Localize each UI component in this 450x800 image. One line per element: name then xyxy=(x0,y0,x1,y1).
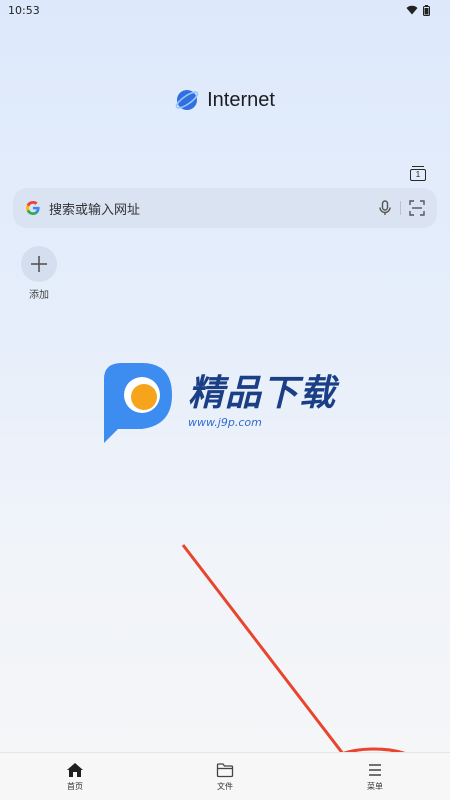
brand-header: Internet xyxy=(0,88,450,112)
add-shortcut-button[interactable]: 添加 xyxy=(21,246,57,301)
menu-icon xyxy=(369,763,381,776)
nav-files[interactable]: 文件 xyxy=(150,753,300,800)
internet-logo-icon xyxy=(175,90,199,110)
add-shortcut-label: 添加 xyxy=(29,290,49,301)
nav-home-label: 首页 xyxy=(67,781,83,791)
watermark-title: 精品下载 xyxy=(188,372,337,414)
plus-icon xyxy=(31,256,47,272)
home-icon xyxy=(67,762,83,777)
google-icon xyxy=(26,201,40,215)
nav-home[interactable]: 首页 xyxy=(0,753,150,800)
search-actions xyxy=(378,200,425,216)
watermark-logo-icon xyxy=(104,363,172,443)
watermark: 精品下载 www.j9p.com xyxy=(98,356,358,446)
watermark-url: www.j9p.com xyxy=(188,415,262,429)
annotation-arrow xyxy=(181,544,362,777)
search-input[interactable]: 搜索或输入网址 xyxy=(49,199,378,218)
scan-icon[interactable] xyxy=(409,200,425,216)
folder-icon xyxy=(216,762,234,777)
tabs-stack-icon xyxy=(412,166,424,168)
nav-menu-label: 菜单 xyxy=(367,781,383,791)
brand-name: Internet xyxy=(207,88,275,111)
add-circle[interactable] xyxy=(21,246,57,282)
nav-menu[interactable]: 菜单 xyxy=(300,753,450,800)
nav-files-label: 文件 xyxy=(217,781,233,791)
status-time: 10:53 xyxy=(8,3,40,17)
watermark-text: 精品下载 www.j9p.com xyxy=(188,372,337,429)
search-divider xyxy=(400,201,401,215)
search-bar[interactable]: 搜索或输入网址 xyxy=(13,188,437,228)
status-icons xyxy=(406,4,430,16)
bottom-nav: 首页 文件 菜单 xyxy=(0,752,450,800)
tabs-button[interactable]: 1 xyxy=(408,164,428,184)
battery-icon xyxy=(423,4,430,16)
tabs-count: 1 xyxy=(410,169,426,181)
microphone-icon[interactable] xyxy=(378,200,392,216)
wifi-icon xyxy=(406,5,418,15)
status-bar: 10:53 xyxy=(0,0,450,20)
